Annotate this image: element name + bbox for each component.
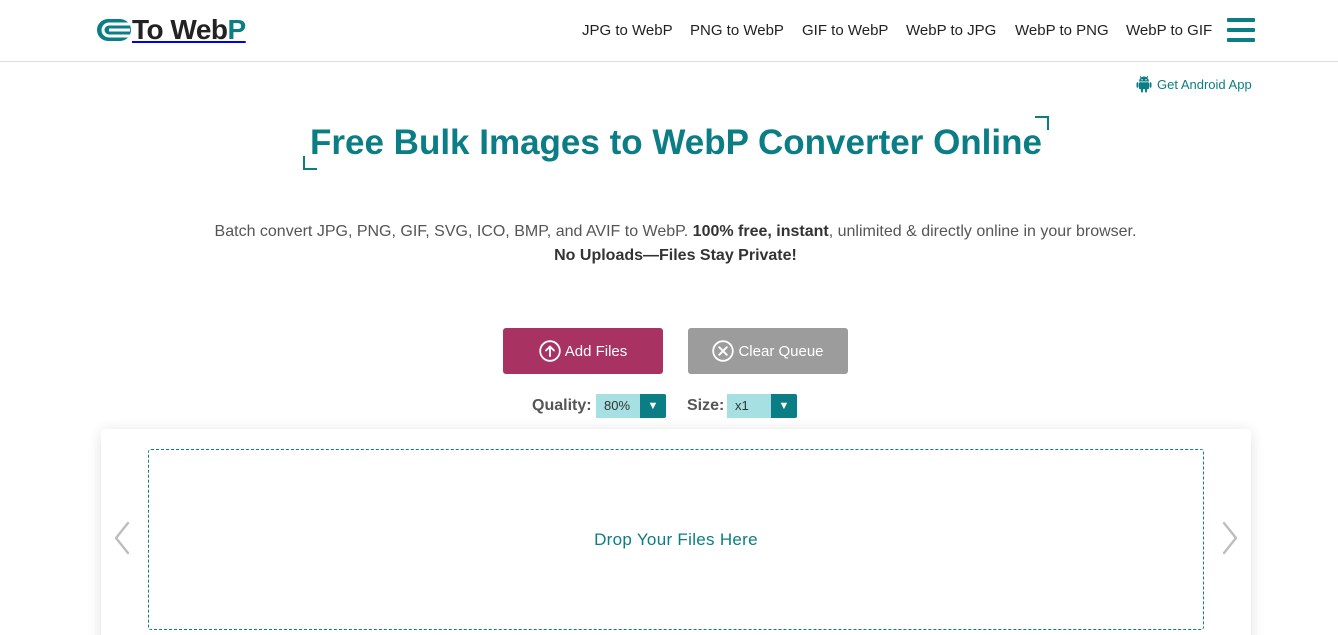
dropdown-arrow-icon: ▼ (771, 394, 797, 418)
page-title: Free Bulk Images to WebP Converter Onlin… (310, 123, 1042, 162)
add-files-label: Add Files (564, 342, 628, 360)
hero-description: Batch convert JPG, PNG, GIF, SVG, ICO, B… (0, 220, 1338, 268)
chevron-left-icon[interactable] (113, 521, 131, 555)
clear-queue-label: Clear Queue (738, 342, 824, 360)
size-label: Size: (687, 397, 725, 414)
nav-webp-to-jpg[interactable]: WebP to JPG (906, 20, 996, 42)
clear-queue-button[interactable]: Clear Queue (688, 328, 848, 374)
quality-select[interactable]: 80% ▼ (596, 394, 666, 418)
nav-webp-to-png[interactable]: WebP to PNG (1015, 20, 1109, 42)
android-link-label: Get Android App (1157, 76, 1252, 92)
nav-gif-to-webp[interactable]: GIF to WebP (802, 20, 888, 42)
site-header: To WebP JPG to WebP PNG to WebP GIF to W… (0, 0, 1338, 62)
nav-png-to-webp[interactable]: PNG to WebP (690, 20, 784, 42)
upload-circle-icon (539, 340, 561, 362)
android-icon (1136, 75, 1152, 93)
description-line-2: No Uploads—Files Stay Private! (554, 247, 797, 264)
file-drop-zone[interactable]: Drop Your Files Here (148, 449, 1204, 630)
nav-jpg-to-webp[interactable]: JPG to WebP (582, 20, 673, 42)
close-circle-icon (712, 340, 735, 362)
description-line-1: Batch convert JPG, PNG, GIF, SVG, ICO, B… (214, 223, 1137, 240)
dropdown-arrow-icon: ▼ (640, 394, 666, 418)
get-android-app-link[interactable]: Get Android App (1136, 74, 1252, 94)
chevron-right-icon[interactable] (1221, 521, 1239, 555)
main-nav: JPG to WebP PNG to WebP GIF to WebP WebP… (0, 20, 1338, 42)
add-files-button[interactable]: Add Files (503, 328, 663, 374)
drop-zone-label: Drop Your Files Here (594, 530, 758, 549)
quality-value: 80% (596, 394, 640, 418)
size-select[interactable]: x1 ▼ (727, 394, 797, 418)
hamburger-menu-icon[interactable] (1227, 17, 1255, 43)
nav-webp-to-gif[interactable]: WebP to GIF (1126, 20, 1212, 42)
upload-panel: Drop Your Files Here (101, 429, 1251, 635)
size-value: x1 (727, 394, 771, 418)
quality-label: Quality: (532, 397, 592, 414)
hero-title-block: Free Bulk Images to WebP Converter Onlin… (303, 116, 1049, 170)
